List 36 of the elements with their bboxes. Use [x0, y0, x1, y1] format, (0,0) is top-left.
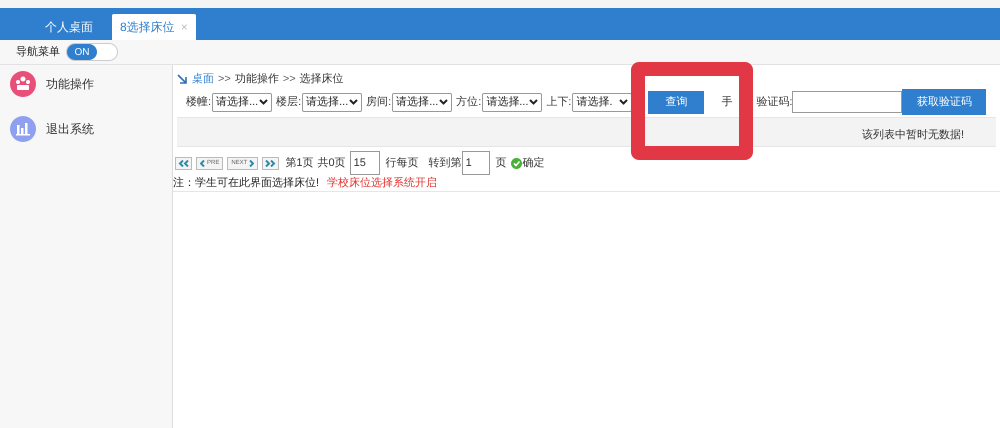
filter-label: 房间: — [366, 94, 392, 110]
breadcrumb-separator: >> — [218, 72, 231, 88]
breadcrumb-separator: >> — [282, 72, 296, 88]
goto-label: 转到第 — [428, 156, 462, 171]
dropdown[interactable]: 请选择... — [482, 92, 542, 112]
tab[interactable]: 个人桌面 — [30, 14, 108, 40]
current-page: 第1页 — [285, 156, 314, 171]
tab[interactable]: 8选择床位 × — [112, 14, 196, 40]
status-text: 学校床位选择系统开启 — [327, 176, 438, 192]
sidebar-item[interactable]: 退出系统 — [46, 120, 94, 138]
dropdown[interactable]: 请选择. — [572, 92, 632, 112]
page-unit: 页 — [496, 156, 507, 171]
query-button[interactable]: 查询 — [648, 90, 704, 114]
dropdown[interactable]: 请选择... — [212, 92, 272, 112]
page-size-input[interactable]: 15 — [350, 151, 380, 175]
get-code-button[interactable]: 获取验证码 — [902, 89, 986, 115]
filter-label: 楼层: — [276, 94, 302, 110]
toggle-switch[interactable]: ON — [66, 43, 118, 61]
page-size-label: 行每页 — [386, 156, 419, 171]
breadcrumb-item: 功能操作 — [234, 72, 279, 88]
dropdown[interactable]: 请选择... — [392, 92, 452, 112]
code-label: 验证码: — [756, 94, 792, 110]
goto-input[interactable]: 1 — [462, 151, 490, 175]
filter-label: 上下: — [546, 94, 572, 110]
total-pages: 共0页 — [317, 156, 346, 171]
dropdown[interactable]: 请选择... — [302, 92, 362, 112]
confirm-button[interactable]: 确定 — [510, 154, 545, 172]
filter-label: 方位: — [456, 94, 482, 110]
breadcrumb-link[interactable]: 桌面 — [192, 71, 214, 88]
nav-menu-label: 导航菜单 — [16, 44, 60, 60]
empty-message: 该列表中暂时无数据! — [862, 128, 964, 142]
phone-label: 手 — [721, 94, 732, 110]
filter-label: 楼幢: — [186, 94, 212, 110]
sidebar-item[interactable]: 功能操作 — [46, 75, 94, 93]
breadcrumb-item: 选择床位 — [300, 72, 344, 88]
note-text: 注：学生可在此界面选择床位! — [173, 176, 320, 192]
